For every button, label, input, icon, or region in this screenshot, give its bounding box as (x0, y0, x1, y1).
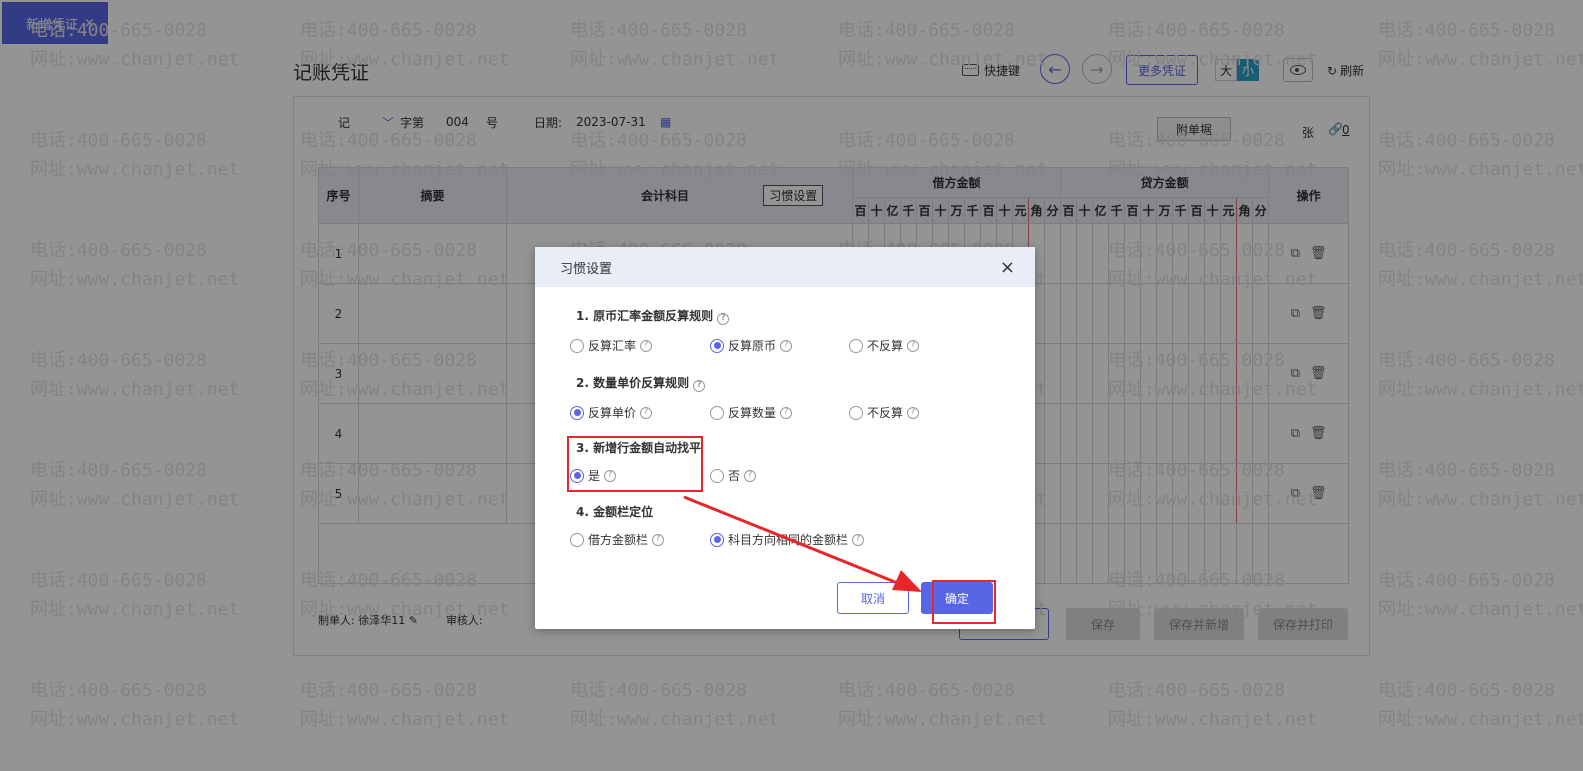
option-original[interactable]: 反算原币? (710, 337, 793, 354)
radio-icon (849, 338, 863, 353)
option-none-1[interactable]: 不反算? (849, 337, 920, 354)
help-icon: ? (780, 339, 793, 352)
radio-icon (570, 405, 584, 420)
help-icon: ? (852, 533, 865, 546)
option-debit-col[interactable]: 借方金额栏? (570, 531, 665, 548)
radio-icon (710, 405, 724, 420)
radio-icon (710, 468, 724, 483)
help-icon: ? (640, 339, 653, 352)
section-title-2: 2. 数量单价反算规则 ? (576, 374, 706, 392)
option-none-2[interactable]: 不反算? (849, 404, 920, 421)
help-icon: ? (907, 339, 920, 352)
help-icon: ? (652, 533, 665, 546)
help-icon: ? (744, 469, 757, 482)
habit-settings-dialog: 习惯设置 × 1. 原币汇率金额反算规则 ? 反算汇率? 反算原币? 不反算? … (535, 247, 1035, 629)
radio-icon (849, 405, 863, 420)
radio-icon (710, 338, 724, 353)
cancel-button[interactable]: 取消 (837, 582, 909, 614)
option-no[interactable]: 否? (710, 467, 757, 484)
radio-icon (570, 468, 584, 483)
radio-icon (570, 338, 584, 353)
option-same-direction[interactable]: 科目方向相同的金额栏? (710, 531, 865, 548)
option-unit-price[interactable]: 反算单价? (570, 404, 653, 421)
radio-icon (570, 532, 584, 547)
help-icon: ? (780, 406, 793, 419)
section-title-4: 4. 金额栏定位 (576, 505, 654, 519)
section-title-1: 1. 原币汇率金额反算规则 ? (576, 307, 730, 325)
help-icon: ? (717, 312, 730, 325)
help-icon: ? (640, 406, 653, 419)
option-yes[interactable]: 是? (570, 467, 617, 484)
help-icon: ? (604, 469, 617, 482)
confirm-button[interactable]: 确定 (921, 582, 993, 614)
section-title-3: 3. 新增行金额自动找平 (576, 441, 702, 455)
close-icon[interactable]: × (1000, 257, 1015, 278)
radio-icon (710, 532, 724, 547)
dialog-title: 习惯设置 (560, 261, 613, 277)
help-icon: ? (693, 379, 706, 392)
option-quantity[interactable]: 反算数量? (710, 404, 793, 421)
option-rate[interactable]: 反算汇率? (570, 337, 653, 354)
dialog-header: 习惯设置 × (535, 247, 1035, 287)
help-icon: ? (907, 406, 920, 419)
